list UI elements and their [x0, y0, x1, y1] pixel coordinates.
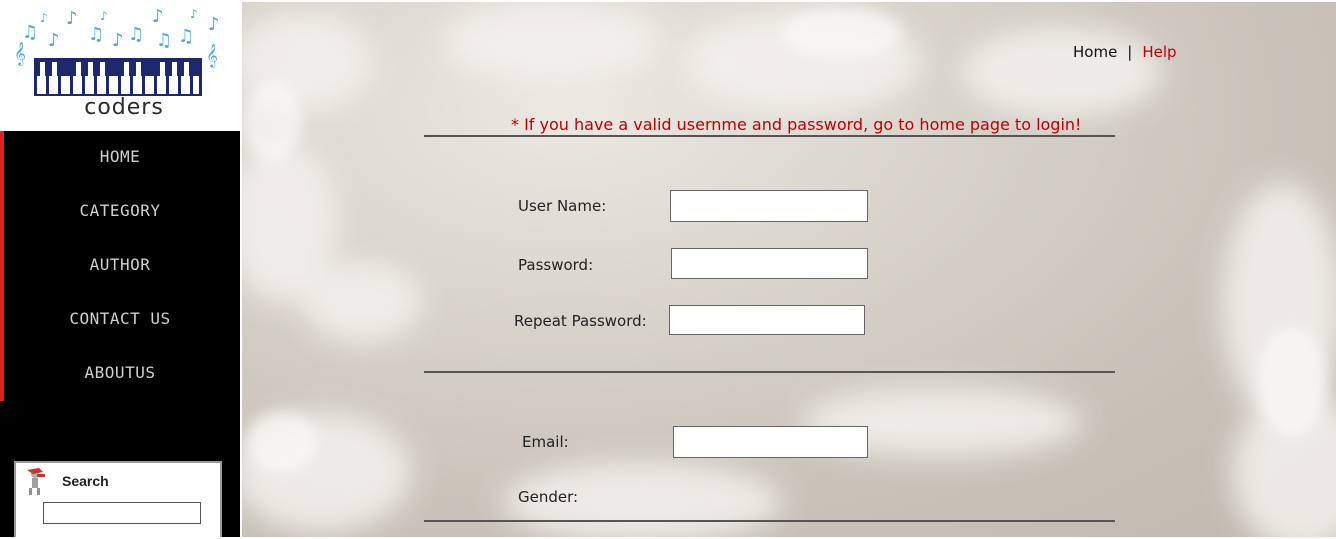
svg-text:𝄞: 𝄞	[14, 41, 26, 66]
search-input[interactable]	[43, 502, 201, 524]
email-label: Email:	[522, 433, 569, 451]
divider-middle	[424, 371, 1115, 373]
search-label: Search	[62, 473, 109, 489]
svg-text:♫: ♫	[128, 24, 144, 45]
login-notice: * If you have a valid usernme and passwo…	[511, 115, 1082, 134]
nav-item-author[interactable]: AUTHOR	[0, 239, 240, 293]
svg-text:♪: ♪	[112, 30, 124, 51]
repeat-password-field[interactable]	[669, 305, 865, 335]
top-link-help[interactable]: Help	[1142, 43, 1176, 61]
sidebar: ♫ ♪ ♪ ♫ ♪ ♫ ♪ ♫ ♫ ♪ 𝄞 𝄞 ♪ ♪ ♪ coders HOM…	[0, 0, 240, 537]
top-link-home[interactable]: Home	[1073, 43, 1117, 61]
svg-text:𝄞: 𝄞	[206, 43, 218, 68]
top-links: Home | Help	[1073, 43, 1177, 61]
svg-text:♪: ♪	[208, 14, 220, 35]
top-link-separator: |	[1127, 43, 1133, 61]
divider-top	[424, 135, 1115, 137]
divider-bottom	[424, 520, 1115, 522]
svg-text:♪: ♪	[190, 7, 198, 21]
nav-item-contact-us[interactable]: CONTACT US	[0, 293, 240, 347]
svg-text:♪: ♪	[152, 6, 164, 27]
search-mascot-icon	[27, 468, 45, 495]
svg-text:♫: ♫	[156, 30, 172, 51]
email-field[interactable]	[673, 426, 868, 458]
main-nav: HOME CATEGORY AUTHOR CONTACT US ABOUTUS	[0, 131, 240, 401]
svg-text:♪: ♪	[100, 9, 108, 23]
username-label: User Name:	[518, 197, 607, 215]
svg-text:♫: ♫	[22, 22, 38, 43]
logo-text: coders	[84, 95, 164, 120]
repeat-password-label: Repeat Password:	[514, 312, 647, 330]
nav-item-home[interactable]: HOME	[0, 131, 240, 185]
password-label: Password:	[518, 256, 594, 274]
svg-text:♪: ♪	[66, 8, 78, 29]
gender-label: Gender:	[518, 488, 579, 506]
svg-text:♪: ♪	[40, 11, 48, 25]
nav-item-category[interactable]: CATEGORY	[0, 185, 240, 239]
nav-item-aboutus[interactable]: ABOUTUS	[0, 347, 240, 401]
svg-text:♫: ♫	[88, 24, 104, 45]
password-field[interactable]	[671, 248, 868, 279]
svg-text:♫: ♫	[178, 26, 194, 47]
username-field[interactable]	[670, 190, 868, 222]
site-logo[interactable]: ♫ ♪ ♪ ♫ ♪ ♫ ♪ ♫ ♫ ♪ 𝄞 𝄞 ♪ ♪ ♪ coders	[0, 0, 240, 131]
svg-text:♪: ♪	[48, 30, 60, 51]
search-panel: Search	[14, 461, 222, 537]
